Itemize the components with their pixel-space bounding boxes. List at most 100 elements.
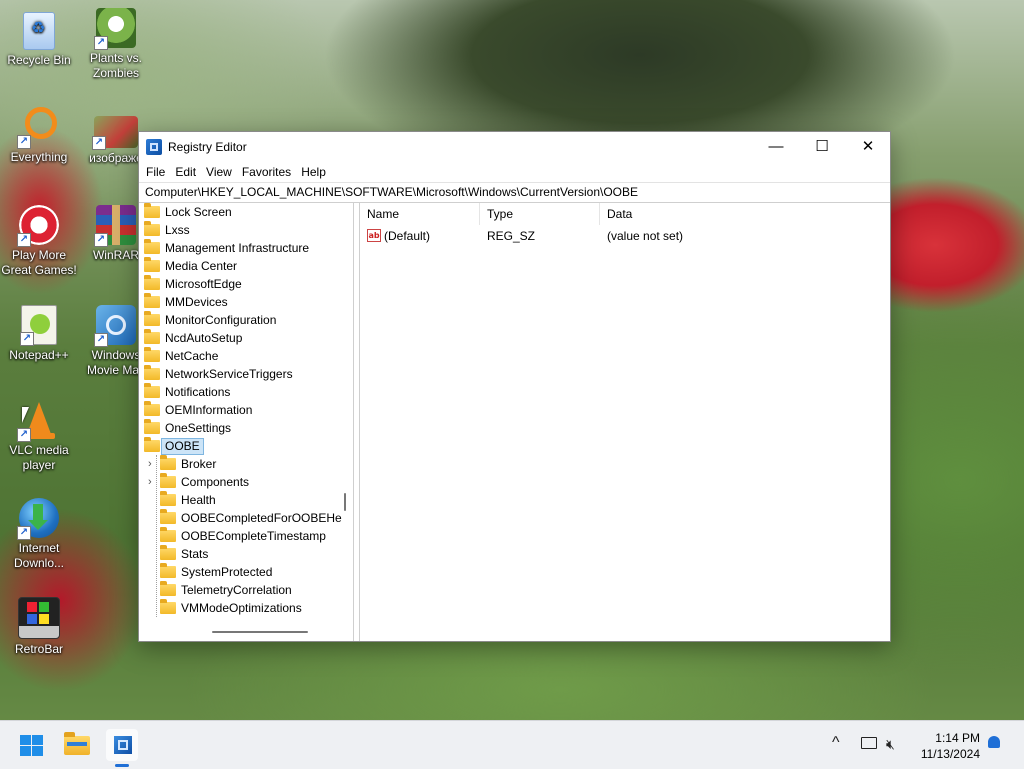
registry-editor-taskbar-button[interactable] [106, 729, 138, 761]
menu-bar: File Edit View Favorites Help [139, 162, 890, 182]
tree-item[interactable]: Lock Screen [139, 203, 353, 221]
shortcut-arrow-icon: ↗ [20, 332, 34, 346]
internet-download-manager-icon: ↗ [17, 498, 59, 540]
show-hidden-icons-chevron-icon[interactable]: ^ [832, 734, 840, 752]
tree-horizontal-scrollbar[interactable] [212, 631, 308, 633]
value-type: REG_SZ [487, 229, 536, 243]
value-name: (Default) [384, 229, 431, 243]
tree-child-item[interactable]: Health [139, 491, 353, 509]
folder-icon [144, 275, 160, 290]
menu-view[interactable]: View [205, 162, 239, 182]
folder-icon [160, 545, 176, 560]
values-list[interactable]: Name Type Data ab (Default) REG_SZ (valu… [359, 203, 890, 641]
shortcut-arrow-icon: ↗ [94, 233, 108, 247]
folder-icon [144, 311, 160, 326]
shortcut-arrow-icon: ↗ [94, 36, 108, 50]
close-button[interactable]: ✕ [845, 132, 891, 162]
folder-icon [160, 491, 176, 506]
desktop-icon-retrobar[interactable]: RetroBar [1, 597, 77, 657]
windows-logo-icon [20, 735, 44, 757]
menu-edit[interactable]: Edit [174, 162, 203, 182]
list-row[interactable]: ab (Default) REG_SZ (value not set) [360, 225, 890, 247]
menu-favorites[interactable]: Favorites [241, 162, 298, 182]
column-header-name[interactable]: Name [360, 203, 480, 225]
tree-child-item[interactable]: SystemProtected [139, 563, 353, 581]
maximize-button[interactable]: ☐ [799, 132, 845, 162]
column-header-type[interactable]: Type [480, 203, 600, 225]
tree-child-item[interactable]: VMModeOptimizations [139, 599, 353, 617]
tree-child-item[interactable]: OOBECompletedForOOBEHe [139, 509, 353, 527]
folder-icon [144, 419, 160, 434]
tree-item[interactable]: Notifications [139, 383, 353, 401]
shortcut-arrow-icon: ↗ [17, 233, 31, 247]
window-title: Registry Editor [168, 140, 247, 154]
desktop-icon-notepad-plus-plus[interactable]: ↗ Notepad++ [1, 305, 77, 363]
folder-icon [144, 239, 160, 254]
recycle-bin-icon: ♻ [23, 12, 55, 50]
tree-item[interactable]: Media Center [139, 257, 353, 275]
tree-item-selected[interactable]: OOBE [139, 437, 353, 455]
desktop-icon-label: Notepad++ [9, 348, 69, 362]
tree-child-item[interactable]: TelemetryCorrelation [139, 581, 353, 599]
menu-file[interactable]: File [145, 162, 172, 182]
desktop-icon-label: Internet Downlo... [13, 541, 65, 570]
expand-chevron-icon[interactable]: › [148, 455, 152, 473]
desktop-icon-popcap[interactable]: ↗ Play More Great Games! [1, 205, 77, 278]
network-icon[interactable] [861, 736, 877, 752]
value-data: (value not set) [607, 229, 684, 243]
tree-child-item[interactable]: Stats [139, 545, 353, 563]
taskbar: ^ 🔇︎ 1:14 PM 11/13/2024 [0, 720, 1024, 769]
shortcut-arrow-icon: ↗ [94, 333, 108, 347]
column-header-data[interactable]: Data [600, 203, 800, 225]
mouse-cursor-icon [22, 407, 36, 423]
tree-item[interactable]: NetworkServiceTriggers [139, 365, 353, 383]
shortcut-arrow-icon: ↗ [17, 428, 31, 442]
popcap-icon: ↗ [17, 205, 59, 247]
volume-muted-icon[interactable]: 🔇︎ [886, 736, 895, 753]
key-tree[interactable]: Lock Screen Lxss Management Infrastructu… [139, 203, 354, 641]
tree-item[interactable]: MMDevices [139, 293, 353, 311]
desktop-icon-label: Plants vs. Zombies [89, 51, 143, 80]
tree-children: › Broker › Components Health OOBECompleted… [139, 455, 353, 617]
menu-help[interactable]: Help [300, 162, 333, 182]
expand-chevron-icon[interactable]: › [148, 473, 152, 491]
tree-item[interactable]: MonitorConfiguration [139, 311, 353, 329]
folder-icon [144, 203, 160, 218]
desktop-icon-recycle-bin[interactable]: ♻ Recycle Bin [1, 12, 77, 68]
tree-child-item[interactable]: › Components [139, 473, 353, 491]
registry-editor-window[interactable]: Registry Editor — ☐ ✕ File Edit View Fav… [138, 131, 891, 642]
tree-vertical-scrollbar[interactable] [344, 493, 346, 511]
desktop-icon-everything[interactable]: ↗ Everything [1, 107, 77, 165]
tree-item[interactable]: MicrosoftEdge [139, 275, 353, 293]
folder-icon [64, 732, 90, 755]
desktop-icon-plants-vs-zombies[interactable]: ↗ Plants vs. Zombies [78, 8, 154, 81]
folder-icon [144, 383, 160, 398]
tree-child-item[interactable]: › Broker [139, 455, 353, 473]
clock[interactable]: 1:14 PM 11/13/2024 [921, 730, 980, 762]
desktop-icon-label: Everything [10, 150, 68, 164]
folder-icon [160, 599, 176, 614]
file-explorer-button[interactable] [61, 729, 93, 761]
tree-item[interactable]: Lxss [139, 221, 353, 239]
notepad-plus-plus-icon: ↗ [20, 305, 57, 346]
desktop-icon-internet-download-manager[interactable]: ↗ Internet Downlo... [1, 498, 77, 571]
folder-icon [144, 365, 160, 380]
tree-item[interactable]: NetCache [139, 347, 353, 365]
folder-icon [144, 329, 160, 344]
title-bar[interactable]: Registry Editor — ☐ ✕ [139, 132, 890, 162]
tree-item[interactable]: Management Infrastructure [139, 239, 353, 257]
folder-icon [144, 347, 160, 362]
active-app-indicator [115, 764, 129, 767]
string-value-icon: ab [367, 229, 381, 242]
tree-item[interactable]: OEMInformation [139, 401, 353, 419]
minimize-button[interactable]: — [753, 132, 799, 162]
desktop-icon-vlc[interactable]: ↗ VLC media player [1, 400, 77, 473]
movie-maker-icon: ↗ [94, 305, 136, 347]
address-bar[interactable]: Computer\HKEY_LOCAL_MACHINE\SOFTWARE\Mic… [139, 182, 890, 203]
tree-item[interactable]: OneSettings [139, 419, 353, 437]
tree-item[interactable]: NcdAutoSetup [139, 329, 353, 347]
notification-bell-icon[interactable] [988, 735, 1000, 751]
registry-editor-icon [146, 139, 162, 155]
tree-child-item[interactable]: OOBECompleteTimestamp [139, 527, 353, 545]
start-button[interactable] [16, 729, 48, 761]
